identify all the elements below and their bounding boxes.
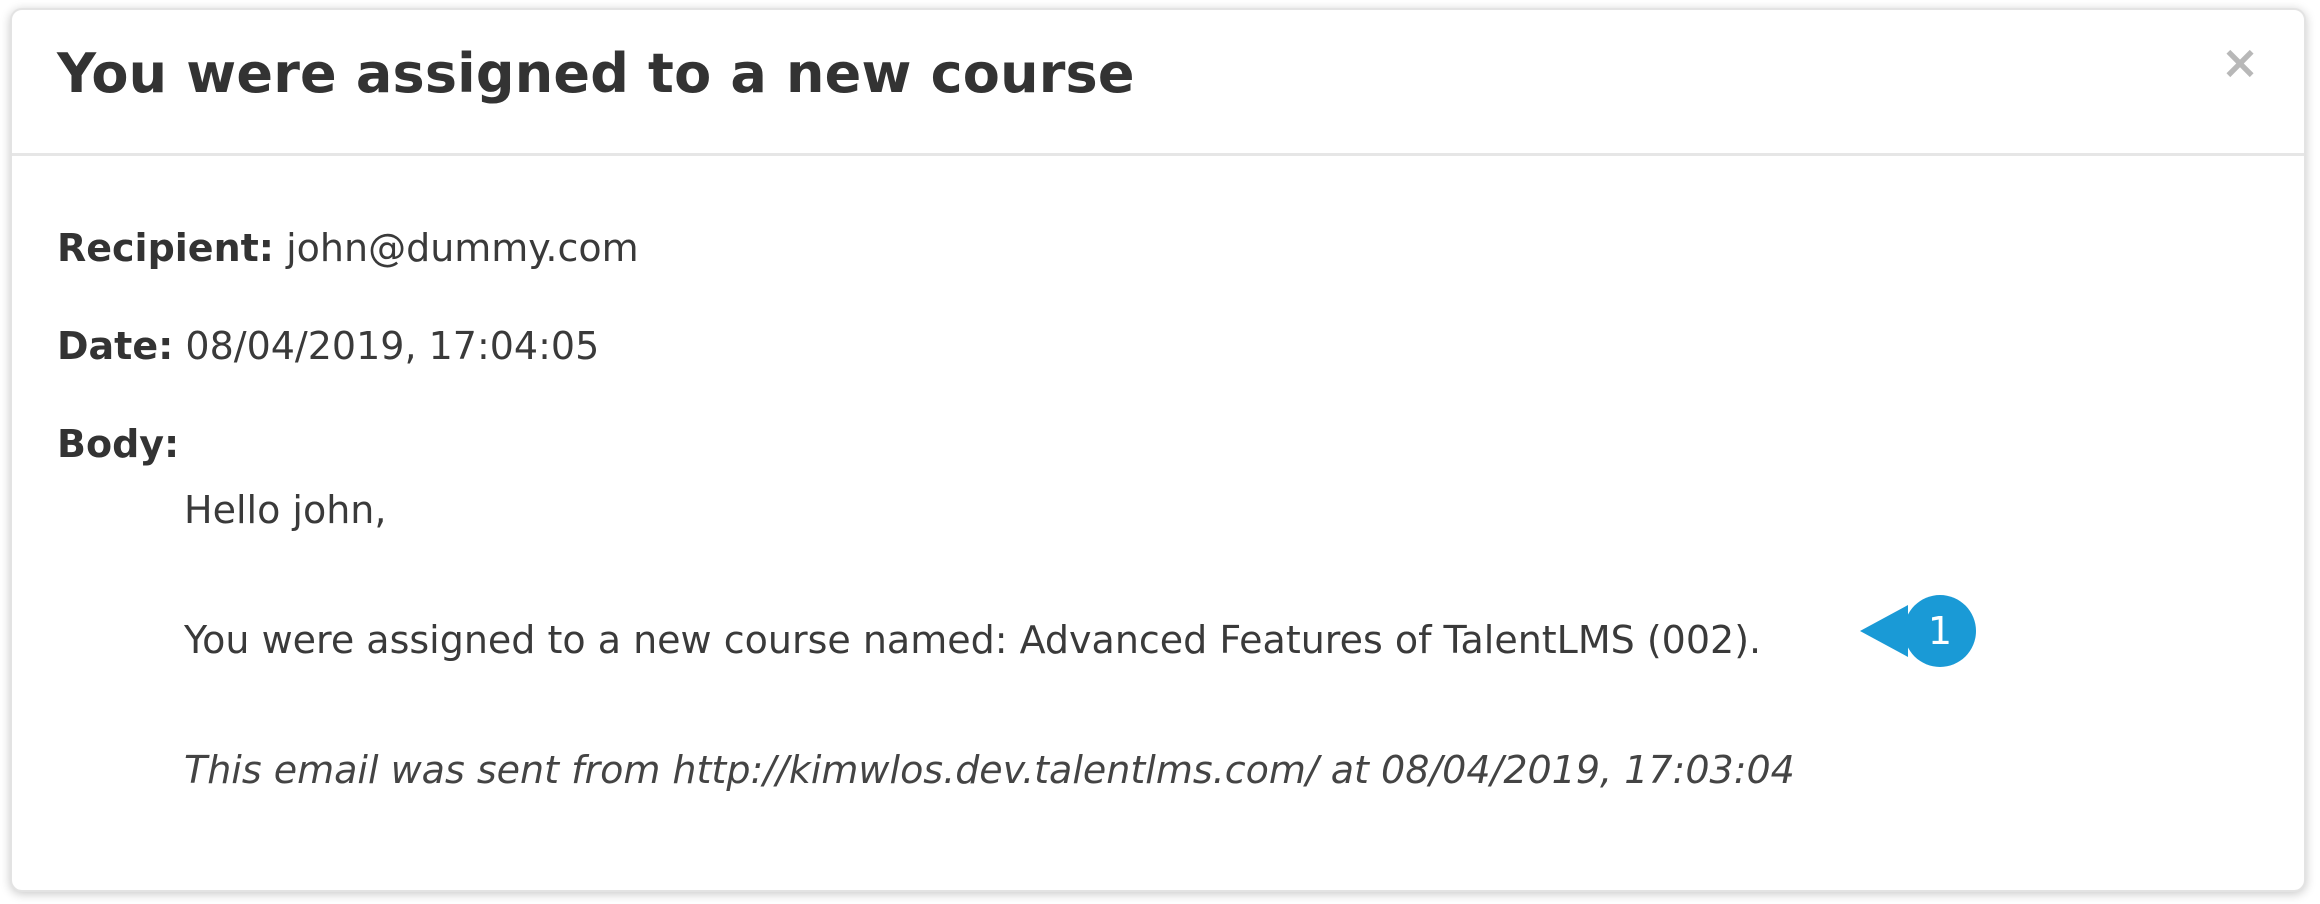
callout-number: 1 (1928, 609, 1952, 653)
email-message: You were assigned to a new course named:… (184, 618, 1762, 662)
recipient-row: Recipient: john@dummy.com (57, 226, 639, 270)
close-icon[interactable]: × (2218, 39, 2262, 85)
body-row: Body: (57, 422, 179, 466)
email-preview-dialog: You were assigned to a new course × Reci… (10, 8, 2306, 892)
dialog-title: You were assigned to a new course (57, 42, 1135, 105)
email-greeting: Hello john, (184, 488, 387, 532)
date-value: 08/04/2019, 17:04:05 (185, 324, 600, 368)
date-row: Date: 08/04/2019, 17:04:05 (57, 324, 599, 368)
callout-pointer (1860, 605, 1908, 657)
recipient-label: Recipient: (57, 226, 274, 270)
dialog-header: You were assigned to a new course × (12, 10, 2304, 156)
recipient-value: john@dummy.com (286, 226, 639, 270)
callout-marker: 1 (1860, 595, 1976, 667)
body-label: Body: (57, 422, 180, 466)
date-label: Date: (57, 324, 174, 368)
email-footer-note: This email was sent from http://kimwlos.… (184, 748, 1795, 792)
